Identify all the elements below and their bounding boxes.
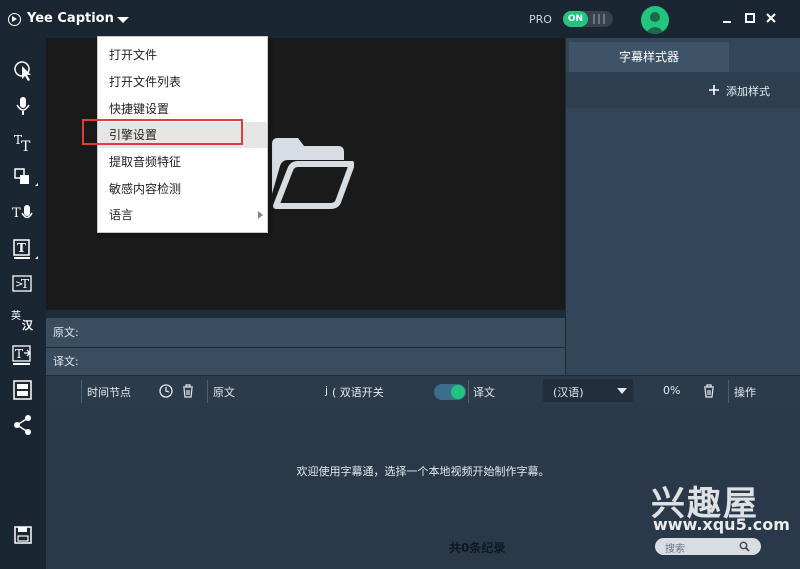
film-tool[interactable] <box>8 377 38 403</box>
chevron-down-icon <box>617 388 627 394</box>
source-label: 原文: <box>53 326 79 339</box>
menu-item-extract-audio-features[interactable]: 提取音频特征 <box>98 149 267 175</box>
add-style-label: 添加样式 <box>726 85 770 98</box>
svg-text:T: T <box>21 139 31 155</box>
app-logo-icon <box>8 13 21 26</box>
svg-text:T: T <box>12 206 21 221</box>
language-select-value: (汉语) <box>553 386 584 399</box>
share-icon <box>14 415 31 435</box>
trash-icon <box>704 384 714 398</box>
watermark-url: www.xqu5.com <box>653 515 790 534</box>
column-time: 时间节点 <box>87 386 131 399</box>
translate-icon: 英汉 <box>11 309 34 332</box>
column-source: 原文 <box>213 386 235 399</box>
clock-icon <box>159 384 173 398</box>
svg-text:T: T <box>17 241 26 255</box>
minimize-icon <box>723 21 731 23</box>
highlight-annotation-box <box>82 119 243 145</box>
record-count: 共0条纪录 <box>449 541 506 555</box>
translation-text-field[interactable] <box>46 348 565 375</box>
menu-item-open-file[interactable]: 打开文件 <box>98 42 267 68</box>
menu-item-sensitive-content-detection[interactable]: 敏感内容检测 <box>98 176 267 202</box>
search-icon <box>739 541 750 552</box>
cursor-icon <box>14 61 31 81</box>
microphone-icon <box>16 97 30 115</box>
column-action: 操作 <box>734 386 756 399</box>
chevron-right-icon <box>258 211 263 219</box>
open-folder-icon[interactable] <box>268 136 354 211</box>
text-voice-tool[interactable]: T <box>8 201 38 227</box>
translation-label: 译文: <box>53 355 79 368</box>
save-tool[interactable] <box>8 523 38 549</box>
source-text-field[interactable] <box>46 318 565 347</box>
translate-tool[interactable]: 英汉 <box>8 308 38 334</box>
text-size-icon: TT <box>14 133 31 155</box>
column-divider <box>81 380 82 403</box>
bilingual-toggle-knob <box>451 385 465 399</box>
svg-text:T: T <box>21 277 29 291</box>
delete-time-button[interactable] <box>181 384 195 401</box>
language-select[interactable]: (汉语) <box>543 379 633 402</box>
svg-text:T: T <box>15 347 23 361</box>
menu-item-language[interactable]: 语言 <box>98 202 267 228</box>
search-placeholder: 搜索 <box>665 544 685 555</box>
maximize-button[interactable] <box>741 9 759 27</box>
import-text-icon: >T <box>12 275 32 292</box>
bilingual-toggle[interactable] <box>434 384 466 400</box>
clock-button[interactable] <box>159 384 173 401</box>
text-box-icon: T <box>13 239 38 259</box>
svg-text:英: 英 <box>11 309 21 322</box>
pro-toggle-state[interactable]: ON <box>563 11 588 27</box>
user-icon <box>645 12 665 34</box>
bilingual-switch-label: ( 双语开关 <box>332 386 384 399</box>
search-input[interactable]: 搜索 <box>655 538 761 555</box>
pointer-tool[interactable] <box>8 57 38 83</box>
tab-subtitle-styler[interactable]: 字幕样式器 <box>569 42 729 72</box>
export-text-icon: T <box>12 345 31 365</box>
plus-icon <box>709 85 719 95</box>
column-divider <box>468 380 469 403</box>
column-divider <box>207 380 208 403</box>
text-microphone-icon: T <box>12 205 33 221</box>
menu-item-open-file-list[interactable]: 打开文件列表 <box>98 69 267 95</box>
text-size-tool[interactable]: TT <box>8 129 38 155</box>
minimize-button[interactable] <box>718 9 736 27</box>
trash-icon <box>183 384 193 398</box>
app-menu-chevron-down-icon[interactable] <box>117 17 129 23</box>
share-tool[interactable] <box>8 412 38 438</box>
maximize-icon <box>745 13 755 23</box>
export-text-tool[interactable]: T <box>8 342 38 368</box>
close-button[interactable] <box>762 9 780 27</box>
progress-percent: 0% <box>663 384 681 397</box>
svg-text:汉: 汉 <box>22 318 34 332</box>
close-icon <box>766 13 776 23</box>
pro-label: PRO <box>529 13 552 26</box>
shapes-icon <box>14 168 38 186</box>
save-icon <box>14 526 32 544</box>
delete-all-button[interactable] <box>702 384 716 401</box>
shape-tool[interactable] <box>8 165 38 191</box>
bilingual-prefix: j <box>325 384 329 397</box>
film-icon <box>13 380 32 400</box>
import-text-tool[interactable]: > T <box>8 272 38 298</box>
column-divider <box>728 380 729 403</box>
record-tool[interactable] <box>8 93 38 119</box>
avatar[interactable] <box>641 6 669 34</box>
text-box-tool[interactable]: T <box>8 237 38 263</box>
app-title: Yee Caption <box>27 11 114 26</box>
column-translation: 译文 <box>473 386 495 399</box>
